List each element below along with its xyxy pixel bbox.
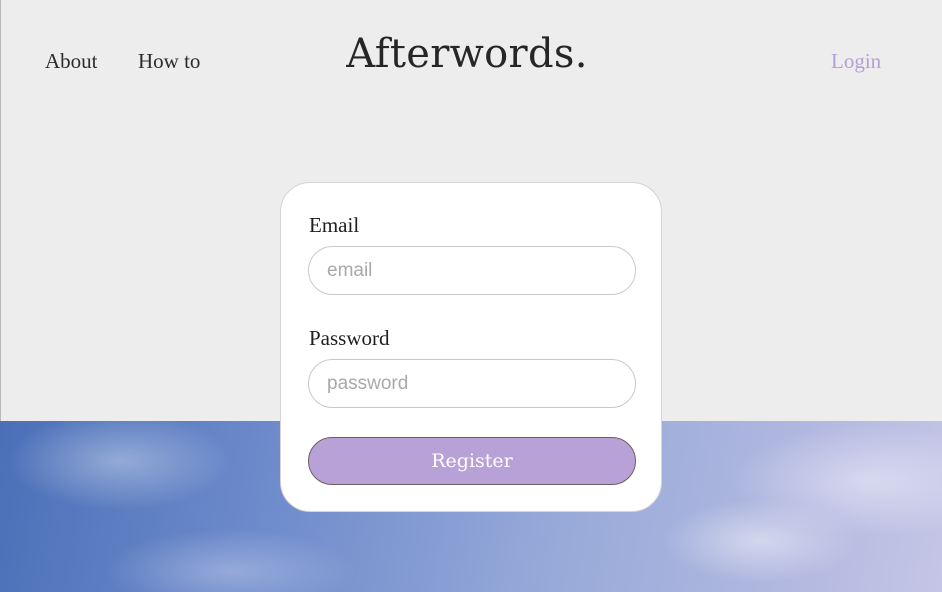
login-link[interactable]: Login	[831, 48, 881, 74]
register-card: Email Password Register	[280, 182, 662, 512]
register-button[interactable]: Register	[308, 437, 636, 485]
password-input[interactable]	[308, 359, 636, 408]
email-label: Email	[309, 213, 360, 237]
email-input[interactable]	[308, 246, 636, 295]
site-logo[interactable]: Afterwords.	[0, 30, 934, 78]
password-label: Password	[309, 326, 390, 350]
